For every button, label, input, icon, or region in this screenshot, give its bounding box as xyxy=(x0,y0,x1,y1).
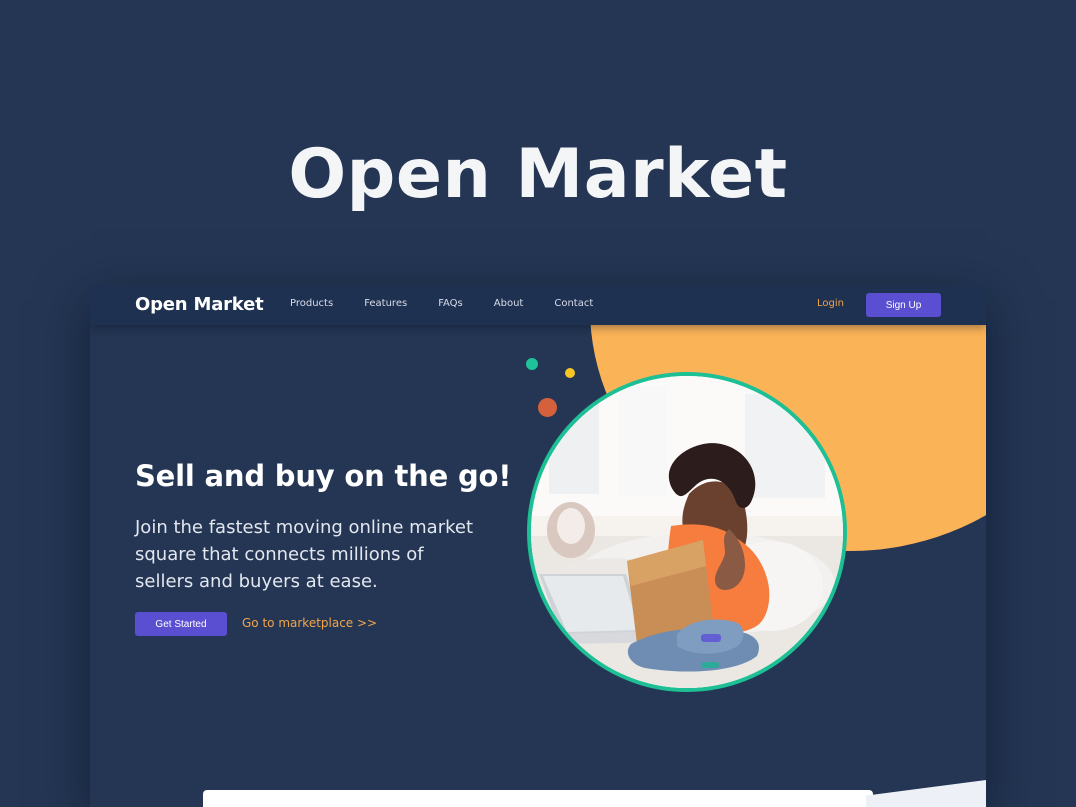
hero-headline: Sell and buy on the go! xyxy=(135,459,512,493)
login-link[interactable]: Login xyxy=(817,297,844,311)
showcase-title: Open Market xyxy=(288,135,788,214)
nav-link-contact[interactable]: Contact xyxy=(554,297,593,311)
website-preview: Open Market Products Features FAQs About… xyxy=(90,286,986,807)
bottom-light-strip xyxy=(866,780,986,807)
hero-subtext: Join the fastest moving online market sq… xyxy=(135,517,474,592)
nav-links: Products Features FAQs About Contact xyxy=(290,297,593,311)
nav-link-products[interactable]: Products xyxy=(290,297,333,311)
nav-link-about[interactable]: About xyxy=(494,297,524,311)
red-dot-decoration xyxy=(538,398,557,417)
nav-link-faqs[interactable]: FAQs xyxy=(438,297,463,311)
teal-dot-decoration xyxy=(526,358,538,370)
nav-link-features[interactable]: Features xyxy=(364,297,407,311)
bottom-content-card xyxy=(203,790,873,807)
top-navbar: Open Market Products Features FAQs About… xyxy=(90,286,986,325)
sign-up-button[interactable]: Sign Up xyxy=(866,293,941,317)
hero-photo-woman-opening-box xyxy=(527,372,847,692)
go-to-marketplace-link[interactable]: Go to marketplace >> xyxy=(242,615,377,631)
brand-logo[interactable]: Open Market xyxy=(135,293,264,317)
get-started-button[interactable]: Get Started xyxy=(135,612,227,636)
yellow-dot-decoration xyxy=(565,368,575,378)
